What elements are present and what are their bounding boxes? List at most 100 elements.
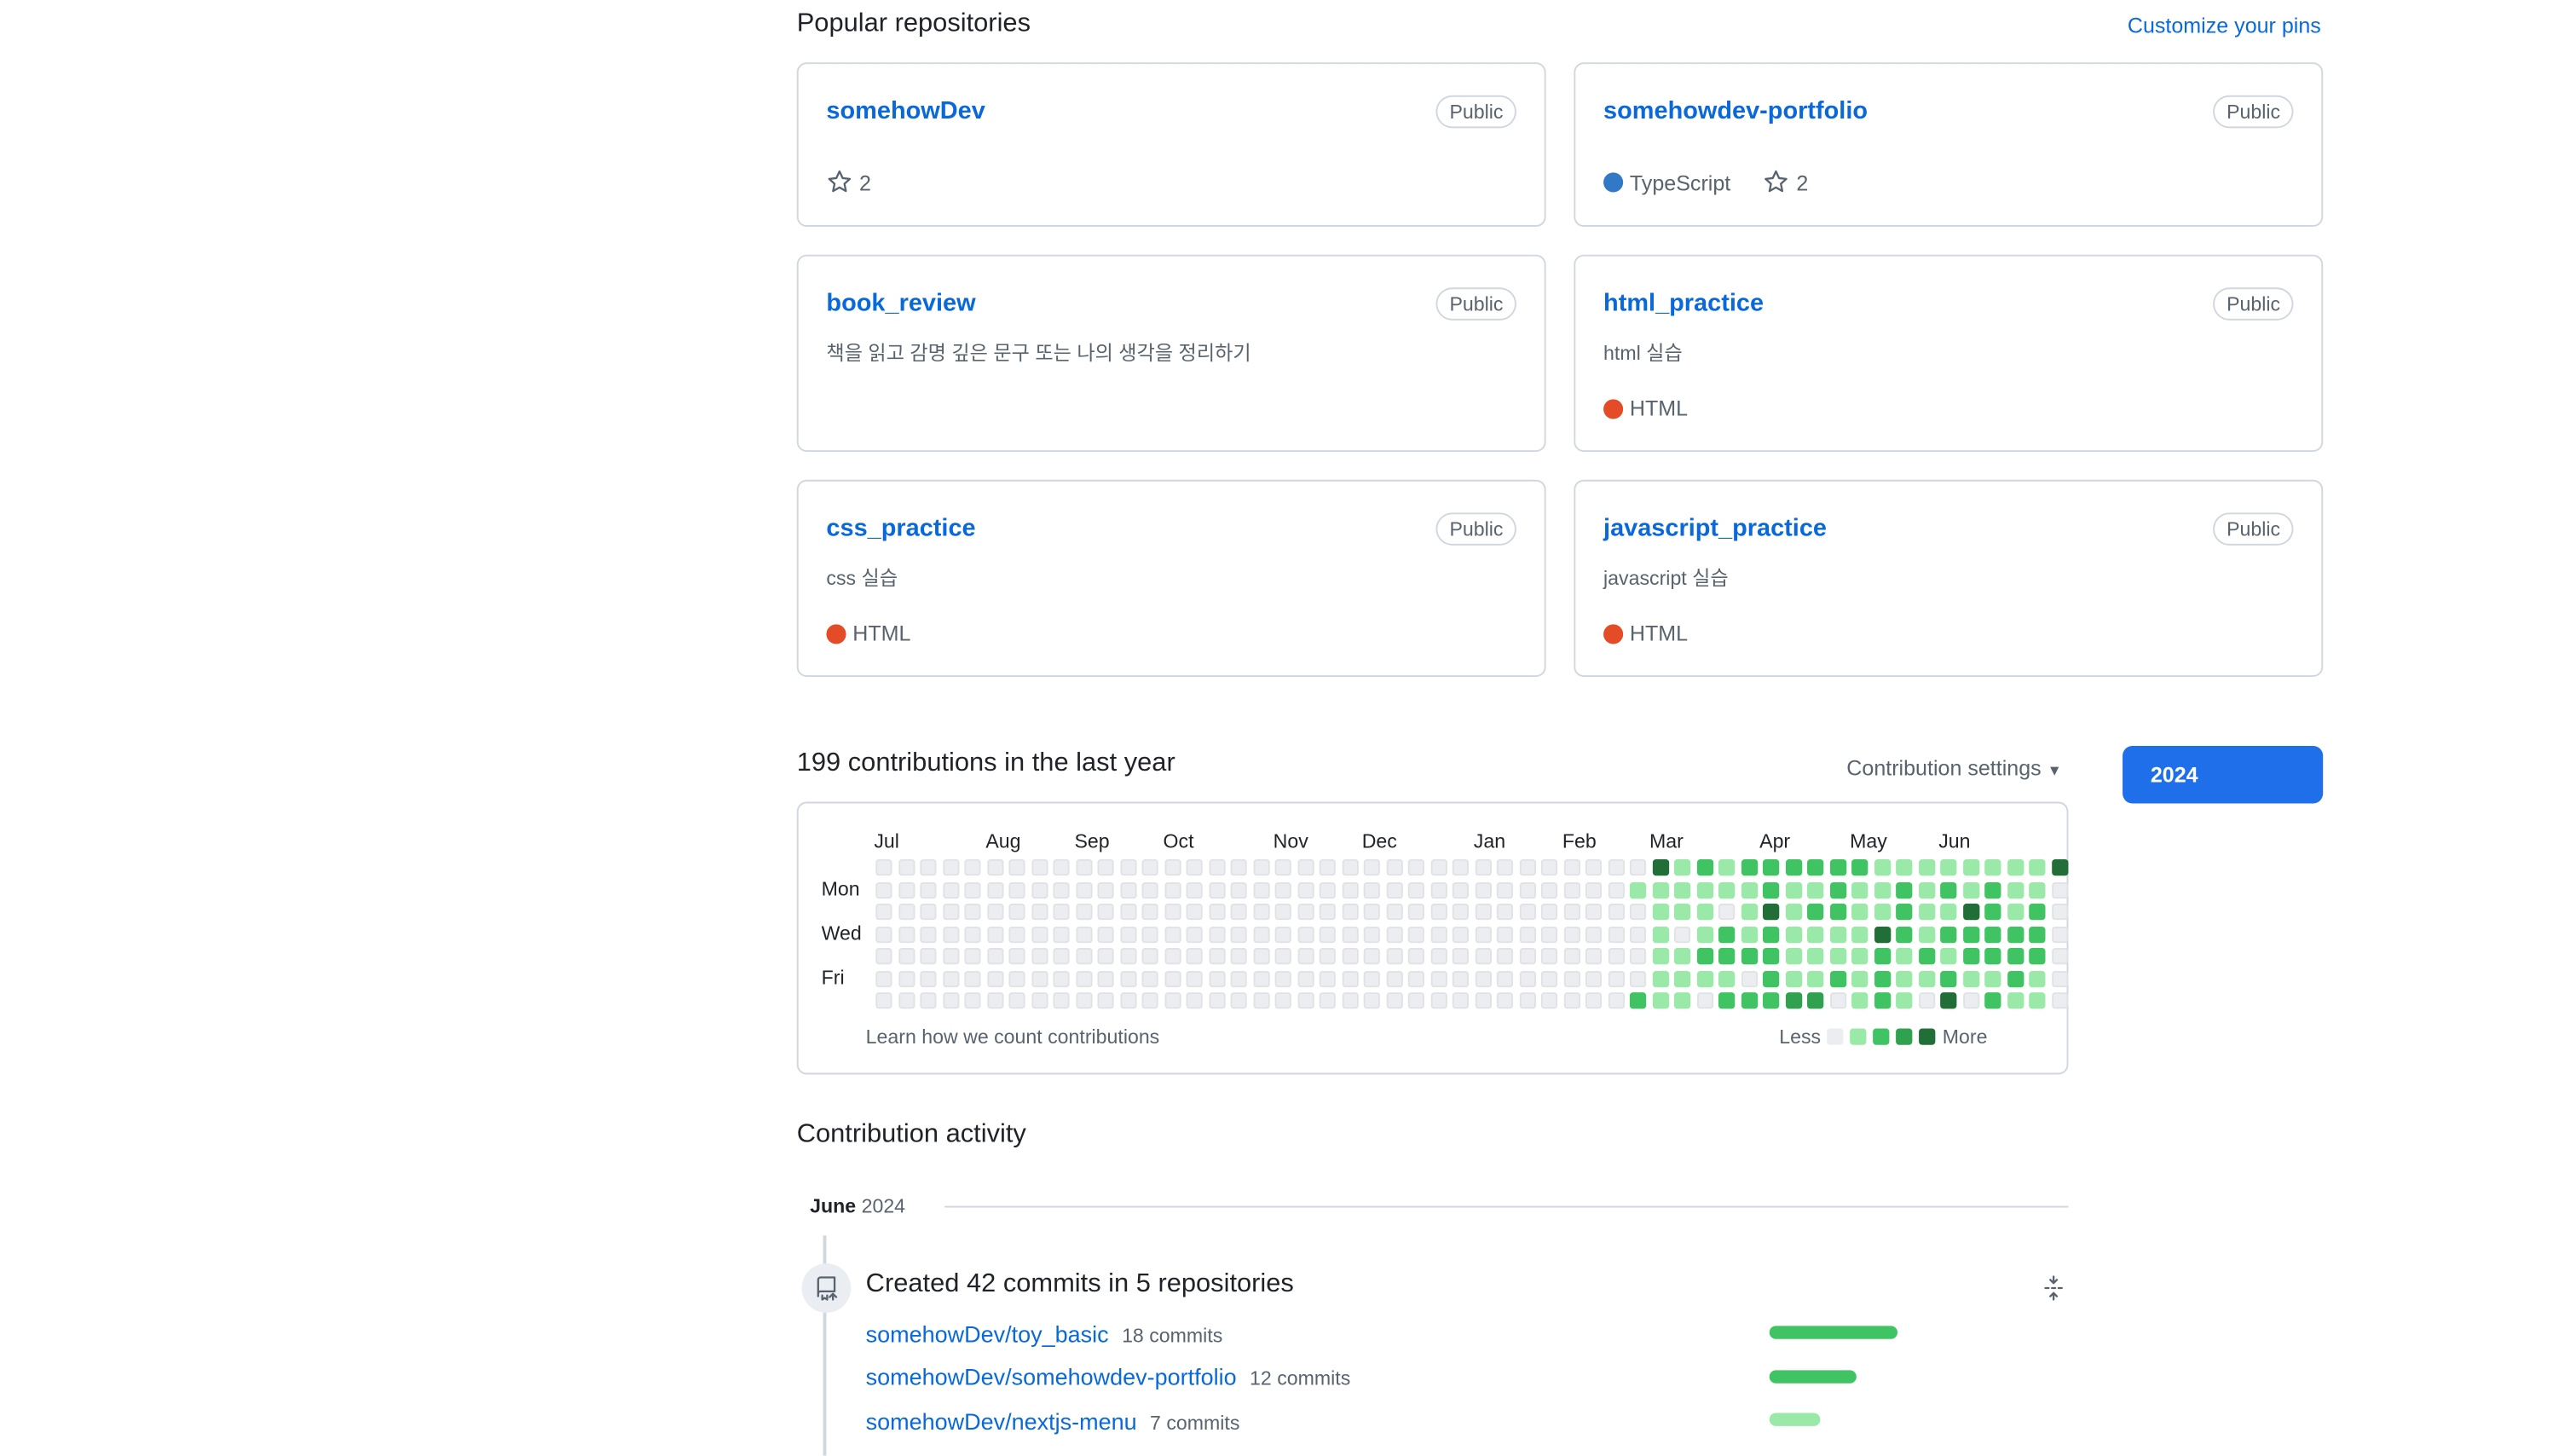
contribution-cell[interactable] bbox=[1141, 858, 1158, 876]
contribution-cell[interactable] bbox=[1562, 904, 1580, 921]
contribution-cell[interactable] bbox=[1562, 881, 1580, 898]
contribution-cell[interactable] bbox=[1053, 948, 1070, 965]
contribution-cell[interactable] bbox=[1851, 970, 1868, 987]
activity-repo-link[interactable]: somehowDev/nextjs-menu bbox=[866, 1408, 1137, 1435]
contribution-cell[interactable] bbox=[986, 992, 1003, 1009]
contribution-cell[interactable] bbox=[1097, 992, 1114, 1009]
contribution-cell[interactable] bbox=[1562, 970, 1580, 987]
year-2024-button[interactable]: 2024 bbox=[2123, 745, 2324, 804]
contribution-cell[interactable] bbox=[1274, 948, 1291, 965]
contribution-cell[interactable] bbox=[1252, 926, 1269, 943]
contribution-cell[interactable] bbox=[1164, 926, 1181, 943]
contribution-cell[interactable] bbox=[964, 992, 981, 1009]
contribution-cell[interactable] bbox=[1940, 948, 1957, 965]
contribution-cell[interactable] bbox=[1430, 926, 1447, 943]
contribution-cell[interactable] bbox=[1075, 904, 1092, 921]
contribution-cell[interactable] bbox=[898, 881, 915, 898]
contribution-cell[interactable] bbox=[1829, 992, 1846, 1009]
contribution-cell[interactable] bbox=[1607, 926, 1625, 943]
contribution-cell[interactable] bbox=[1962, 881, 1979, 898]
contribution-cell[interactable] bbox=[1962, 858, 1979, 876]
contribution-cell[interactable] bbox=[1496, 904, 1514, 921]
contribution-cell[interactable] bbox=[1430, 948, 1447, 965]
contribution-cell[interactable] bbox=[1518, 904, 1536, 921]
contribution-cell[interactable] bbox=[1540, 992, 1558, 1009]
contribution-cell[interactable] bbox=[1718, 881, 1736, 898]
contribution-cell[interactable] bbox=[1629, 948, 1647, 965]
contribution-cell[interactable] bbox=[1208, 970, 1225, 987]
contribution-cell[interactable] bbox=[1762, 970, 1780, 987]
contribution-cell[interactable] bbox=[898, 858, 915, 876]
contribution-cell[interactable] bbox=[1363, 992, 1380, 1009]
contribution-cell[interactable] bbox=[1607, 858, 1625, 876]
contribution-cell[interactable] bbox=[1407, 881, 1424, 898]
contribution-cell[interactable] bbox=[2051, 992, 2068, 1009]
contribution-cell[interactable] bbox=[1363, 904, 1380, 921]
contribution-cell[interactable] bbox=[1673, 970, 1691, 987]
contribution-cell[interactable] bbox=[920, 858, 937, 876]
contribution-cell[interactable] bbox=[1230, 881, 1247, 898]
contribution-cell[interactable] bbox=[2051, 858, 2068, 876]
contribution-cell[interactable] bbox=[1607, 970, 1625, 987]
contribution-cell[interactable] bbox=[1208, 881, 1225, 898]
contribution-cell[interactable] bbox=[1896, 926, 1913, 943]
contribution-cell[interactable] bbox=[1695, 992, 1713, 1009]
contribution-cell[interactable] bbox=[1208, 992, 1225, 1009]
contribution-cell[interactable] bbox=[1851, 904, 1868, 921]
contribution-cell[interactable] bbox=[1297, 858, 1314, 876]
contribution-cell[interactable] bbox=[1807, 948, 1824, 965]
contribution-cell[interactable] bbox=[1740, 970, 1758, 987]
contribution-cell[interactable] bbox=[1252, 858, 1269, 876]
contribution-cell[interactable] bbox=[1430, 992, 1447, 1009]
contribution-cell[interactable] bbox=[1252, 992, 1269, 1009]
contribution-cell[interactable] bbox=[1807, 881, 1824, 898]
contribution-cell[interactable] bbox=[1918, 904, 1935, 921]
contribution-cell[interactable] bbox=[1319, 992, 1336, 1009]
contribution-cell[interactable] bbox=[1851, 858, 1868, 876]
contribution-cell[interactable] bbox=[1540, 948, 1558, 965]
contribution-cell[interactable] bbox=[1430, 858, 1447, 876]
contribution-cell[interactable] bbox=[1629, 881, 1647, 898]
contribution-cell[interactable] bbox=[1341, 970, 1358, 987]
contribution-cell[interactable] bbox=[1518, 948, 1536, 965]
contribution-cell[interactable] bbox=[1762, 881, 1780, 898]
contribution-cell[interactable] bbox=[1540, 881, 1558, 898]
contribution-cell[interactable] bbox=[1940, 881, 1957, 898]
contribution-cell[interactable] bbox=[1341, 858, 1358, 876]
contribution-cell[interactable] bbox=[1297, 904, 1314, 921]
contribution-cell[interactable] bbox=[1008, 881, 1025, 898]
contribution-cell[interactable] bbox=[2051, 926, 2068, 943]
contribution-cell[interactable] bbox=[1319, 881, 1336, 898]
contribution-cell[interactable] bbox=[1474, 881, 1492, 898]
contribution-cell[interactable] bbox=[1053, 881, 1070, 898]
contribution-cell[interactable] bbox=[1540, 904, 1558, 921]
contribution-cell[interactable] bbox=[964, 858, 981, 876]
contribution-cell[interactable] bbox=[2029, 948, 2046, 965]
contribution-cell[interactable] bbox=[1496, 970, 1514, 987]
contribution-cell[interactable] bbox=[1718, 948, 1736, 965]
contribution-cell[interactable] bbox=[1274, 970, 1291, 987]
contribution-cell[interactable] bbox=[1031, 904, 1048, 921]
contribution-cell[interactable] bbox=[1984, 926, 2001, 943]
contribution-cell[interactable] bbox=[2007, 904, 2024, 921]
contribution-cell[interactable] bbox=[1252, 904, 1269, 921]
contribution-cell[interactable] bbox=[1385, 904, 1402, 921]
contribution-cell[interactable] bbox=[1695, 926, 1713, 943]
contribution-cell[interactable] bbox=[1607, 948, 1625, 965]
contribution-cell[interactable] bbox=[1452, 881, 1470, 898]
contribution-cell[interactable] bbox=[1474, 992, 1492, 1009]
contribution-cell[interactable] bbox=[2029, 858, 2046, 876]
contribution-cell[interactable] bbox=[1807, 926, 1824, 943]
contribution-cell[interactable] bbox=[986, 904, 1003, 921]
contribution-cell[interactable] bbox=[920, 948, 937, 965]
contribution-cell[interactable] bbox=[1874, 858, 1891, 876]
contribution-cell[interactable] bbox=[2051, 904, 2068, 921]
contribution-cell[interactable] bbox=[1141, 926, 1158, 943]
contribution-cell[interactable] bbox=[1874, 948, 1891, 965]
contribution-cell[interactable] bbox=[1607, 904, 1625, 921]
contribution-cell[interactable] bbox=[1164, 948, 1181, 965]
contribution-cell[interactable] bbox=[1097, 948, 1114, 965]
contribution-cell[interactable] bbox=[1363, 948, 1380, 965]
contribution-cell[interactable] bbox=[1762, 926, 1780, 943]
contribution-cell[interactable] bbox=[1407, 948, 1424, 965]
